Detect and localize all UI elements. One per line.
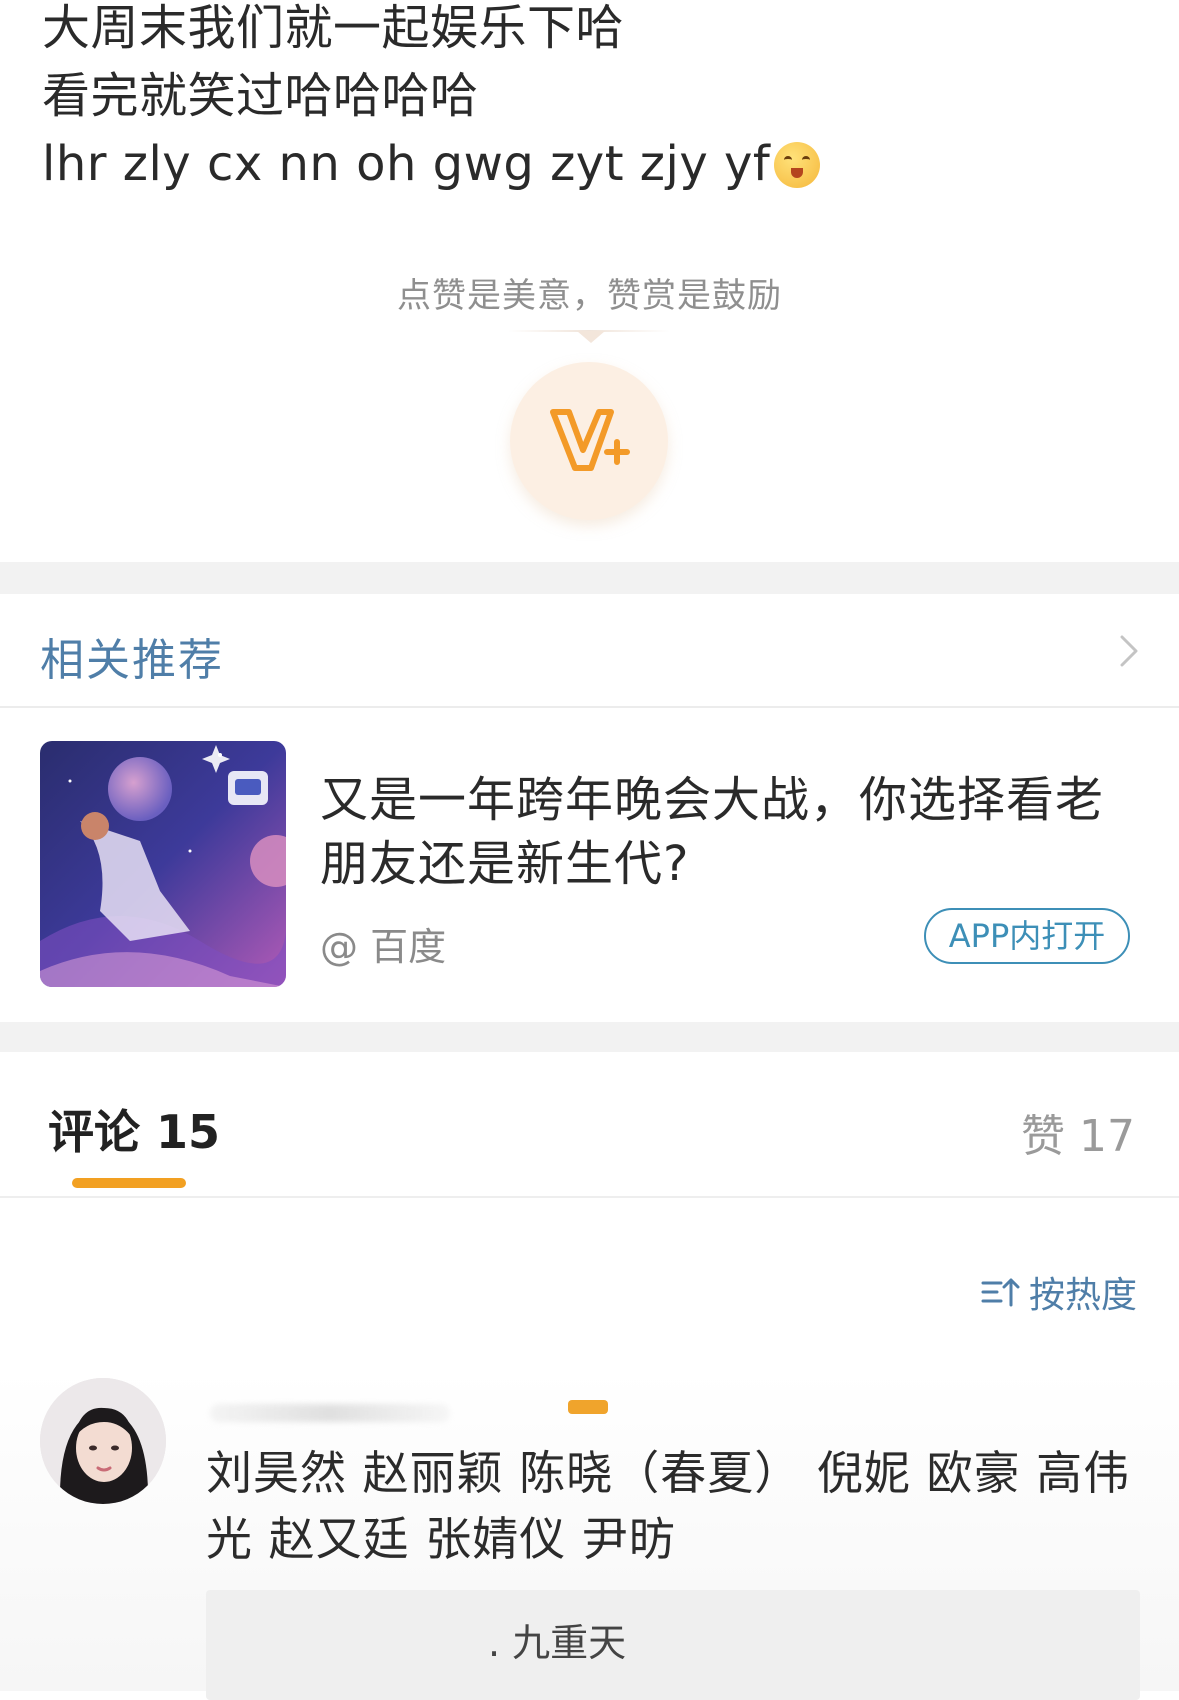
comments-tabs: 评论 15 赞 17 [0,1052,1179,1198]
tab-likes[interactable]: 赞 17 [1021,1100,1135,1164]
sort-label: 按热度 [1028,1275,1137,1316]
v-plus-reward-icon [550,409,630,471]
reward-button[interactable] [510,362,668,520]
tab-active-indicator [72,1178,186,1188]
post-body: 大周末我们就一起娱乐下哈 看完就笑过哈哈哈哈 lhr zly cx nn oh … [42,0,1142,198]
avatar[interactable] [40,1378,166,1504]
related-card-title[interactable]: 又是一年跨年晚会大战，你选择看老朋友还是新生代? [320,768,1140,896]
related-header[interactable]: 相关推荐 [0,594,1179,708]
username-redacted [210,1404,450,1422]
section-separator [0,562,1179,594]
comment-item: 刘昊然 赵丽颖 陈晓（春夏） 倪妮 欧豪 高伟光 赵又廷 张婧仪 尹昉 . 九重… [0,1370,1179,1700]
reply-preview[interactable]: . 九重天 [206,1590,1140,1700]
related-thumbnail[interactable] [40,741,286,987]
sort-icon [981,1278,1020,1307]
post-line-2: 看完就笑过哈哈哈哈 [42,68,479,124]
comment-text: 刘昊然 赵丽颖 陈晓（春夏） 倪妮 欧豪 高伟光 赵又廷 张婧仪 尹昉 [206,1446,1131,1566]
hugging-face-emoji-icon [774,142,821,188]
open-in-app-button[interactable]: APP内打开 [924,908,1130,964]
post-line-1: 大周末我们就一起娱乐下哈 [42,0,625,56]
related-card[interactable]: 又是一年跨年晚会大战，你选择看老朋友还是新生代? @ 百度 APP内打开 [0,708,1179,1020]
reward-hint: 点赞是美意，赞赏是鼓励 [397,276,782,316]
related-title: 相关推荐 [40,635,224,686]
reward-caret [577,331,605,343]
post-line-3-text: lhr zly cx nn oh gwg zyt zjy yf [42,136,771,192]
sort-by-hot-button[interactable]: 按热度 [981,1266,1137,1318]
user-badge-icon [568,1400,608,1414]
chevron-right-icon [1120,635,1138,667]
related-card-source: @ 百度 [320,925,447,969]
reply-author: . 九重天 [488,1621,627,1665]
tab-comments[interactable]: 评论 15 [48,1096,220,1162]
section-separator [0,1022,1179,1052]
post-line-3: lhr zly cx nn oh gwg zyt zjy yf [42,130,1142,198]
